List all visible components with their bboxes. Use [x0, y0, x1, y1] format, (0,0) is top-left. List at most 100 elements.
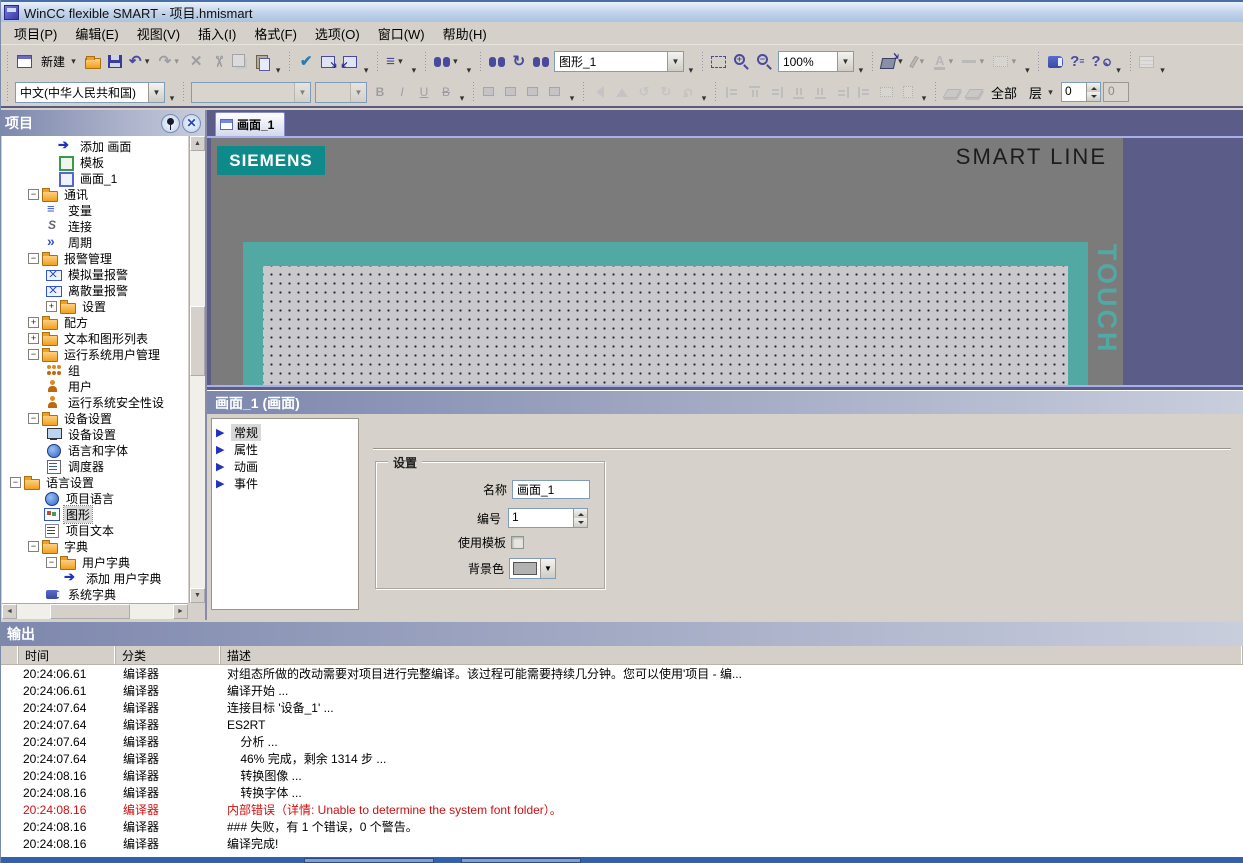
- toolbar-overflow-caret[interactable]: ▾: [856, 65, 866, 78]
- tree-expander[interactable]: −: [28, 413, 39, 424]
- toolbar-overflow-caret[interactable]: ▾: [361, 65, 371, 78]
- toolbar-overflow-caret[interactable]: ▾: [457, 93, 467, 106]
- line-style-button[interactable]: ▾: [959, 50, 990, 74]
- brush-button[interactable]: ▾: [909, 50, 931, 74]
- category-item[interactable]: ▶ 属性: [212, 441, 358, 458]
- tree-item[interactable]: + 文本和图形列表: [2, 330, 188, 346]
- font-color-caret[interactable]: ▾: [945, 56, 956, 67]
- table-view-button[interactable]: [1136, 50, 1158, 74]
- toolbar-grip[interactable]: [287, 51, 292, 73]
- toolbar-grip[interactable]: [1036, 51, 1041, 73]
- find-replace-button[interactable]: ▾: [431, 50, 464, 74]
- category-item[interactable]: ▶ 动画: [212, 458, 358, 475]
- tree-item[interactable]: 语言和字体: [2, 442, 188, 458]
- send-to-back-button[interactable]: [501, 80, 523, 104]
- help-index-button[interactable]: ?≡: [1066, 50, 1088, 74]
- toolbar-grip[interactable]: [713, 81, 718, 103]
- rotate-180-button[interactable]: ↻: [677, 80, 699, 104]
- transfer-settings-button[interactable]: [317, 50, 339, 74]
- new-dropdown-caret[interactable]: ▾: [68, 56, 79, 67]
- tree-item[interactable]: − 通讯: [2, 186, 188, 202]
- spinner-up-button[interactable]: [1087, 83, 1100, 92]
- font-color-button[interactable]: A▾: [931, 50, 959, 74]
- toolbar-overflow-caret[interactable]: ▾: [567, 93, 577, 106]
- output-row[interactable]: 20:24:08.16 编译器 转换字体 ...: [1, 784, 1243, 801]
- number-spinner[interactable]: 1: [508, 508, 588, 528]
- save-button[interactable]: [104, 50, 126, 74]
- tree-item[interactable]: 调度器: [2, 458, 188, 474]
- tree-expander[interactable]: +: [46, 301, 57, 312]
- move-layer-down-button[interactable]: [963, 80, 985, 104]
- tree-item[interactable]: 系统字典: [2, 586, 188, 602]
- underline-button[interactable]: U: [413, 80, 435, 104]
- tree-item[interactable]: 图形: [2, 506, 188, 522]
- align-middle-button[interactable]: [809, 80, 831, 104]
- background-color-combo[interactable]: ▼: [509, 558, 556, 579]
- tree-expander[interactable]: +: [28, 317, 39, 328]
- combo-dropdown-button[interactable]: ▼: [540, 559, 555, 578]
- toolbar-grip[interactable]: [471, 81, 476, 103]
- new-screen-button[interactable]: [13, 50, 35, 74]
- border-style-caret[interactable]: ▾: [1008, 56, 1019, 67]
- tree-item[interactable]: + 配方: [2, 314, 188, 330]
- tree-item[interactable]: 模板: [2, 154, 188, 170]
- find-caret[interactable]: ▾: [450, 56, 461, 67]
- spinner-down-button[interactable]: [574, 518, 587, 527]
- open-button[interactable]: [82, 50, 104, 74]
- move-layer-up-button[interactable]: [941, 80, 963, 104]
- tree-item[interactable]: 离散量报警: [2, 282, 188, 298]
- refresh-button[interactable]: ↻: [508, 50, 530, 74]
- tree-item[interactable]: − 语言设置: [2, 474, 188, 490]
- line-style-caret[interactable]: ▾: [976, 56, 987, 67]
- toolbar-grip[interactable]: [933, 81, 938, 103]
- toolbar-grip[interactable]: [181, 81, 186, 103]
- cross-reference-button[interactable]: ≡▾: [383, 50, 409, 74]
- output-row[interactable]: 20:24:07.64 编译器 分析 ...: [1, 733, 1243, 750]
- screen-design-area[interactable]: [263, 266, 1068, 387]
- layer-menu-button[interactable]: 层▾: [1023, 80, 1059, 104]
- time-column-header[interactable]: 时间: [19, 646, 116, 664]
- tree-item[interactable]: − 用户字典: [2, 554, 188, 570]
- toolbar-grip[interactable]: [870, 51, 875, 73]
- center-horizontal-button[interactable]: [853, 80, 875, 104]
- output-row[interactable]: 20:24:08.16 编译器 转换图像 ...: [1, 767, 1243, 784]
- generate-button[interactable]: ✔: [295, 50, 317, 74]
- tree-item[interactable]: 用户: [2, 378, 188, 394]
- combo-dropdown-button[interactable]: ▼: [294, 83, 310, 102]
- layer-number-spinner[interactable]: 0: [1061, 82, 1101, 102]
- menu-item[interactable]: 编辑(E): [66, 21, 127, 46]
- tree-item[interactable]: 项目文本: [2, 522, 188, 538]
- scroll-right-button[interactable]: ►: [173, 604, 188, 619]
- tree-expander[interactable]: +: [28, 333, 39, 344]
- tree-vertical-scrollbar[interactable]: ▲ ▼: [189, 136, 205, 603]
- find-next-button[interactable]: [486, 50, 508, 74]
- zoom-in-button[interactable]: +: [730, 50, 753, 74]
- transfer-button[interactable]: [339, 50, 361, 74]
- menu-item[interactable]: 格式(F): [245, 21, 306, 46]
- menu-item[interactable]: 窗口(W): [369, 21, 434, 46]
- flip-vertical-button[interactable]: [611, 80, 633, 104]
- toolbar-grip[interactable]: [423, 51, 428, 73]
- scrollbar-thumb[interactable]: [190, 306, 205, 376]
- help-search-button[interactable]: ?: [1088, 50, 1113, 74]
- gutter-column-header[interactable]: [1, 646, 19, 664]
- toolbar-grip[interactable]: [5, 81, 10, 103]
- help-contents-button[interactable]: [1044, 50, 1066, 74]
- screen-tab[interactable]: 画面_1: [215, 112, 285, 136]
- scroll-up-button[interactable]: ▲: [190, 136, 205, 151]
- toolbar-grip[interactable]: [478, 51, 483, 73]
- scroll-left-button[interactable]: ◄: [2, 604, 17, 619]
- zoom-area-button[interactable]: [708, 50, 730, 74]
- bring-to-front-button[interactable]: [479, 80, 501, 104]
- tree-item[interactable]: 添加 画面: [2, 138, 188, 154]
- combo-dropdown-button[interactable]: ▼: [667, 52, 683, 71]
- toolbar-overflow-caret[interactable]: ▾: [273, 65, 283, 78]
- toolbar-grip[interactable]: [1128, 51, 1133, 73]
- undo-dropdown-caret[interactable]: ▾: [142, 56, 153, 67]
- tree-item[interactable]: 变量: [2, 202, 188, 218]
- scroll-down-button[interactable]: ▼: [190, 588, 205, 603]
- tree-item[interactable]: 运行系统安全性设: [2, 394, 188, 410]
- border-style-button[interactable]: ▾: [990, 50, 1022, 74]
- category-item[interactable]: ▶ 常规: [212, 424, 358, 441]
- toolbar-overflow-caret[interactable]: ▾: [1114, 65, 1124, 78]
